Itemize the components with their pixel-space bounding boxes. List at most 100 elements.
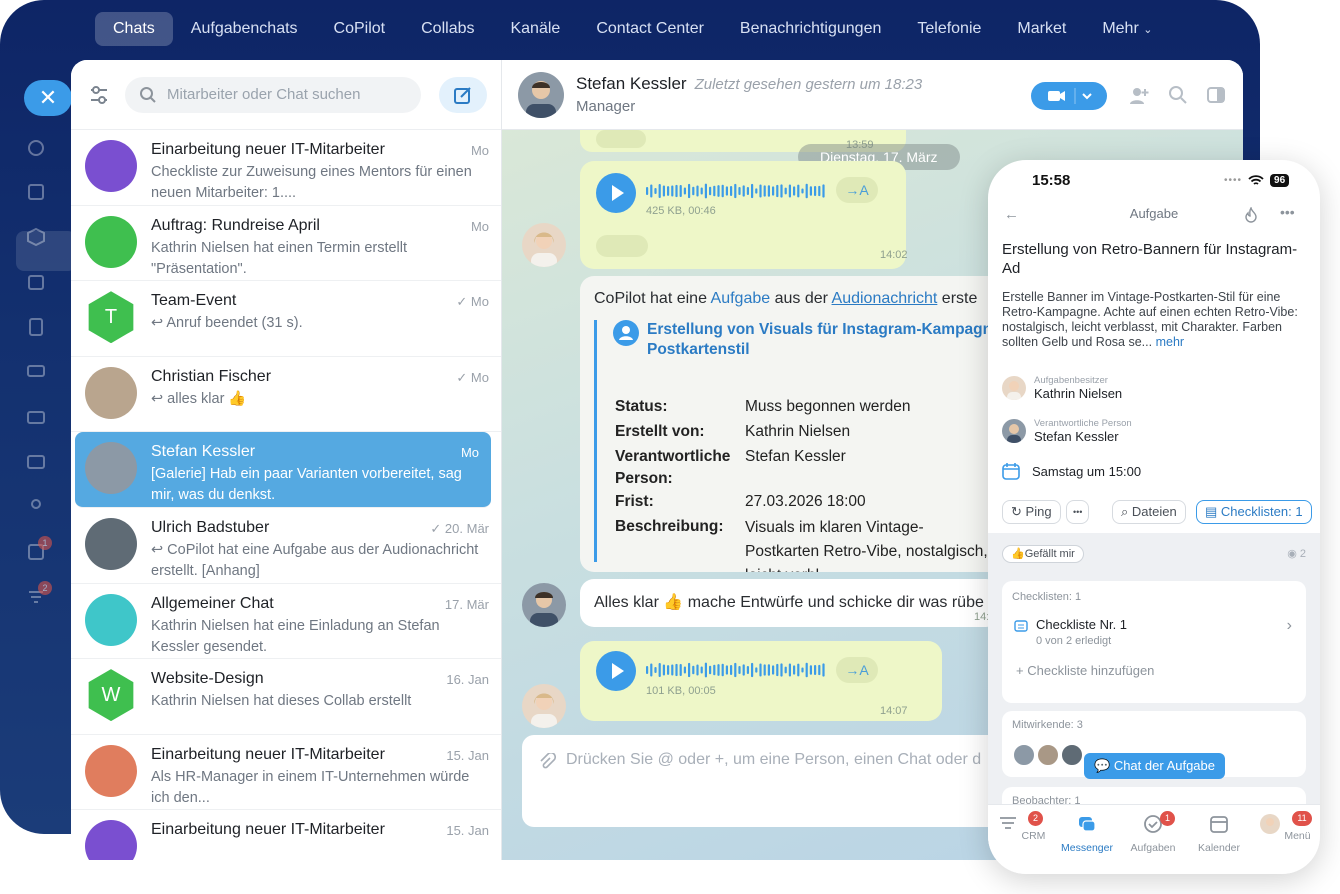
responsible[interactable]: Verantwortliche Person Stefan Kessler <box>1002 418 1132 444</box>
chat-icon: 💬 <box>1094 758 1111 773</box>
waveform-bar <box>717 664 720 676</box>
task-chat-button[interactable]: 💬 Chat der Aufgabe <box>1084 753 1226 779</box>
tab-kalender[interactable]: Kalender <box>1186 813 1252 854</box>
sidebar-toggle-icon[interactable] <box>1206 85 1226 105</box>
calendar-icon[interactable] <box>26 272 46 292</box>
audio-link[interactable]: Audionachricht <box>832 290 938 307</box>
search-icon[interactable] <box>1168 85 1188 105</box>
copilot-task-message: CoPilot hat eine Aufgabe aus der Audiona… <box>580 276 1020 572</box>
chat-list-item[interactable]: Allgemeiner Chat Kathrin Nielsen hat eine… <box>71 584 501 660</box>
chat-title: Auftrag: Rundreise April <box>151 216 320 234</box>
message-bubble: Alles klar 👍 mache Entwürfe und schicke … <box>580 579 1000 627</box>
chat-list-item[interactable]: Ulrich Badstuber ↩ CoPilot hat eine Aufga… <box>71 508 501 584</box>
waveform-bar <box>675 184 678 198</box>
deadline[interactable]: Samstag um 15:00 <box>1002 462 1141 480</box>
message-time: 14: <box>974 611 990 623</box>
checklist-item[interactable]: Checkliste Nr. 1 0 von 2 erledigt › <box>1012 617 1296 651</box>
avatar[interactable] <box>1012 743 1036 767</box>
avatar[interactable] <box>522 684 566 728</box>
document-icon[interactable] <box>26 317 46 337</box>
waveform-bar <box>742 185 745 197</box>
more-button[interactable]: ••• <box>1066 500 1090 524</box>
tab-kanaele[interactable]: Kanäle <box>492 12 578 46</box>
rail-icon[interactable] <box>26 138 46 158</box>
ping-button[interactable]: ↻ Ping <box>1002 500 1061 524</box>
tab-crm[interactable]: CRM 2 <box>988 811 1054 842</box>
checklist-progress: 0 von 2 erledigt <box>1036 635 1112 647</box>
chat-item-body: Christian Fischer ↩ alles klar 👍 <box>151 367 489 410</box>
tab-messenger[interactable]: Messenger <box>1054 813 1120 854</box>
tab-badge: 1 <box>1160 811 1175 826</box>
waveform-bar <box>746 187 749 195</box>
reaction[interactable] <box>596 130 646 148</box>
waveform-bar <box>755 667 758 673</box>
waveform-bar <box>709 186 712 196</box>
waveform-bar <box>671 664 674 676</box>
avatar <box>85 820 137 860</box>
avatar[interactable] <box>522 223 566 267</box>
chat-list-item[interactable]: W Website-Design Kathrin Nielsen hat diese… <box>71 659 501 735</box>
owner[interactable]: Aufgabenbesitzer Kathrin Nielsen <box>1002 375 1122 401</box>
chat-list-item[interactable]: T Team-Event ↩ Anruf beendet (31 s). ✓ Mo <box>71 281 501 357</box>
chat-list-item[interactable]: Einarbeitung neuer IT-Mitarbeiter Als HR-… <box>71 735 501 811</box>
conversation-title: Stefan Kessler Zuletzt gesehen gestern um… <box>576 74 922 115</box>
avatar[interactable] <box>522 583 566 627</box>
waveform-bar <box>767 185 770 197</box>
play-button[interactable] <box>596 651 636 691</box>
task-link[interactable]: Aufgabe <box>711 290 771 307</box>
chat-time: 16. Jan <box>446 672 489 688</box>
tab-mehr[interactable]: Mehr ⌄ <box>1084 12 1170 46</box>
flame-icon[interactable] <box>1244 207 1258 223</box>
rail-icon[interactable] <box>26 227 46 247</box>
checklists-button[interactable]: ▤ Checklisten: 1 <box>1196 500 1312 524</box>
card-icon[interactable] <box>26 407 46 427</box>
compose-button[interactable] <box>439 76 487 113</box>
paperclip-icon[interactable] <box>538 753 556 771</box>
tab-market[interactable]: Market <box>999 12 1084 46</box>
task-field: Frist: 27.03.2026 18:00 <box>615 491 866 513</box>
tab-chats[interactable]: Chats <box>95 12 173 46</box>
users-icon[interactable] <box>26 497 46 517</box>
tab-aufgaben[interactable]: Aufgaben 1 <box>1120 811 1186 854</box>
field-value: 27.03.2026 18:00 <box>745 493 866 510</box>
tab-menu[interactable]: Menü 11 <box>1252 811 1318 842</box>
more-link[interactable]: mehr <box>1156 335 1184 349</box>
reaction[interactable] <box>596 235 648 257</box>
video-call-button[interactable] <box>1031 82 1107 110</box>
play-button[interactable] <box>596 173 636 213</box>
field-label: Beschreibung: <box>615 518 724 535</box>
chat-list-item[interactable]: Einarbeitung neuer IT-Mitarbeiter 15. Jan <box>71 810 501 860</box>
transcribe-button[interactable]: →A <box>836 177 878 203</box>
avatar[interactable] <box>1060 743 1084 767</box>
tab-aufgabenchats[interactable]: Aufgabenchats <box>173 12 316 46</box>
chat-list-item[interactable]: Einarbeitung neuer IT-Mitarbeiter Checkli… <box>71 130 501 206</box>
tab-label: Kalender <box>1197 842 1241 854</box>
tab-collabs[interactable]: Collabs <box>403 12 492 46</box>
filter-icon[interactable] <box>85 81 113 109</box>
avatar[interactable] <box>1036 743 1060 767</box>
more-icon[interactable]: ••• <box>1280 204 1295 220</box>
tab-contact-center[interactable]: Contact Center <box>578 12 722 46</box>
rail-icon[interactable] <box>26 182 46 202</box>
search-input[interactable]: Mitarbeiter oder Chat suchen <box>125 76 421 113</box>
tab-telefonie[interactable]: Telefonie <box>899 12 999 46</box>
contact-name[interactable]: Stefan Kessler <box>576 74 687 93</box>
tab-benachrichtigungen[interactable]: Benachrichtigungen <box>722 12 899 46</box>
rail-icon[interactable] <box>26 362 46 382</box>
chat-list-item[interactable]: Stefan Kessler [Galerie] Hab ein paar Var… <box>75 432 491 508</box>
files-button[interactable]: ⌕ Dateien <box>1112 500 1186 524</box>
add-checklist-button[interactable]: + Checkliste hinzufügen <box>1016 663 1154 678</box>
chat-preview: ↩ Anruf beendet (31 s). <box>151 315 303 332</box>
avatar[interactable] <box>518 71 564 118</box>
tab-copilot[interactable]: CoPilot <box>316 12 404 46</box>
mail-icon[interactable] <box>26 452 46 472</box>
message-time: 14:02 <box>880 249 908 261</box>
add-user-icon[interactable] <box>1128 85 1150 107</box>
like-button[interactable]: 👍Gefällt mir <box>1002 545 1084 563</box>
voice-message: →A 425 KB, 00:46 14:02 <box>580 161 908 269</box>
close-button[interactable]: ✕ <box>24 80 72 116</box>
chat-list-item[interactable]: Christian Fischer ↩ alles klar 👍 ✓ Mo <box>71 357 501 433</box>
chat-list-item[interactable]: Auftrag: Rundreise April Kathrin Nielsen … <box>71 206 501 282</box>
transcribe-button[interactable]: →A <box>836 657 878 683</box>
task-title[interactable]: Erstellung von Visuals für Instagram-Kam… <box>647 320 1007 360</box>
